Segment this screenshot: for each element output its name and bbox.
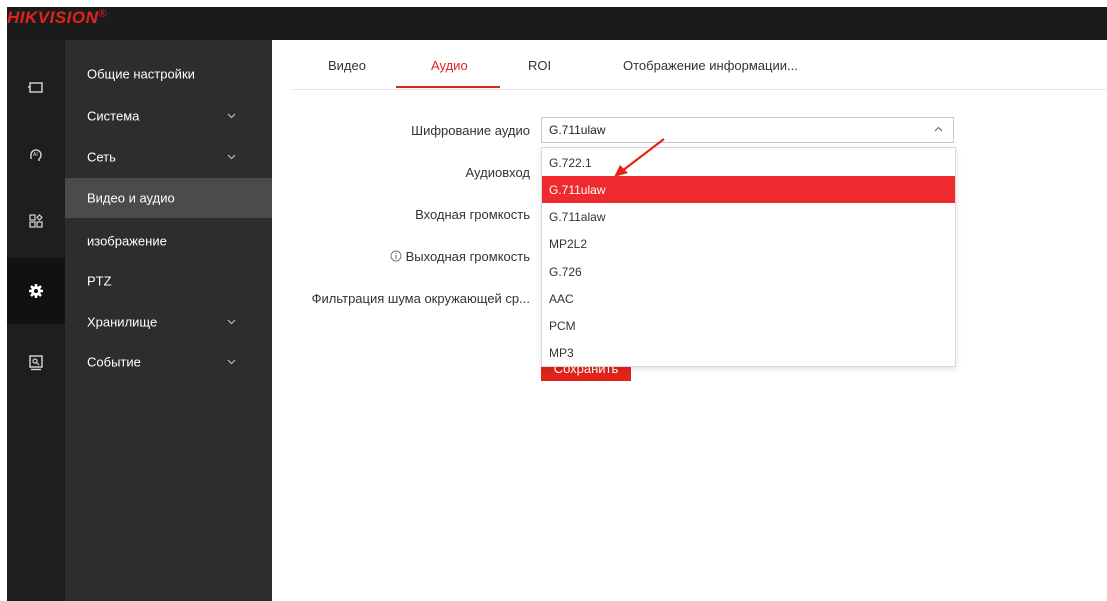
- tab-roi[interactable]: ROI: [528, 58, 551, 73]
- annotation-arrow-icon: [614, 138, 665, 177]
- sidebar-item-label: Видео и аудио: [87, 190, 175, 206]
- dropdown-option[interactable]: AAC: [542, 285, 955, 312]
- tab-bar: Видео Аудио ROI Отображение информации..…: [292, 40, 1107, 90]
- sidebar-item-label: Общие настройки: [87, 66, 195, 82]
- sidebar-item-image[interactable]: изображение: [65, 221, 272, 261]
- sidebar: Общие настройки Система Сеть Видео и ауд…: [65, 40, 272, 601]
- sidebar-item-video-audio[interactable]: Видео и аудио: [65, 178, 272, 218]
- dropdown-option[interactable]: MP2L2: [542, 230, 955, 257]
- audio-encoding-value: G.711ulaw: [549, 123, 606, 137]
- top-bar: HIKVISION®: [7, 7, 1107, 40]
- output-volume-label: Выходная громкость: [380, 249, 530, 264]
- sidebar-item-system[interactable]: Система: [65, 96, 272, 136]
- active-tab-indicator: [396, 86, 500, 88]
- sidebar-item-network[interactable]: Сеть: [65, 137, 272, 177]
- sidebar-item-label: Система: [87, 108, 140, 124]
- sidebar-item-label: Сеть: [87, 149, 116, 165]
- sidebar-item-storage[interactable]: Хранилище: [65, 302, 272, 342]
- input-volume-label: Входная громкость: [415, 207, 530, 222]
- dropdown-option[interactable]: PCM: [542, 312, 955, 339]
- hikvision-logo: HIKVISION®: [7, 8, 108, 27]
- tab-audio[interactable]: Аудио: [431, 58, 468, 73]
- rail-monitor[interactable]: [7, 55, 65, 121]
- tab-video[interactable]: Видео: [328, 58, 366, 73]
- sidebar-item-general[interactable]: Общие настройки: [65, 54, 272, 94]
- rail-grid[interactable]: [7, 188, 65, 254]
- chevron-down-icon: [227, 359, 236, 365]
- sidebar-item-label: Событие: [87, 354, 141, 370]
- chevron-down-icon: [227, 154, 236, 160]
- chevron-down-icon: [227, 113, 236, 119]
- monitor-icon: [28, 82, 43, 93]
- dropdown-option[interactable]: MP3: [542, 339, 955, 366]
- grid-icon: [29, 214, 43, 228]
- chevron-up-icon: [934, 126, 943, 132]
- svg-text:AI: AI: [33, 152, 38, 158]
- chevron-down-icon: [227, 319, 236, 325]
- sidebar-item-label: Хранилище: [87, 314, 158, 330]
- sidebar-item-label: изображение: [87, 233, 167, 249]
- noise-filter-label: Фильтрация шума окружающей ср...: [311, 291, 530, 306]
- sidebar-item-event[interactable]: Событие: [65, 342, 272, 382]
- dropdown-option[interactable]: G.726: [542, 258, 955, 285]
- audio-encoding-label: Шифрование аудио: [411, 123, 530, 138]
- info-icon[interactable]: [390, 250, 402, 262]
- dropdown-option[interactable]: G.711alaw: [542, 203, 955, 230]
- icon-rail: AI: [7, 40, 65, 601]
- audio-input-label: Аудиовход: [465, 165, 530, 180]
- rail-maintenance[interactable]: [7, 330, 65, 396]
- rail-settings[interactable]: [7, 258, 65, 324]
- gear-icon: [29, 284, 43, 298]
- image-monitor-icon: [29, 355, 43, 371]
- rail-ai[interactable]: AI: [7, 121, 65, 187]
- sidebar-item-ptz[interactable]: PTZ: [65, 261, 272, 301]
- sidebar-item-label: PTZ: [87, 273, 112, 289]
- ai-head-icon: AI: [30, 149, 42, 161]
- tab-info-display[interactable]: Отображение информации...: [623, 58, 798, 73]
